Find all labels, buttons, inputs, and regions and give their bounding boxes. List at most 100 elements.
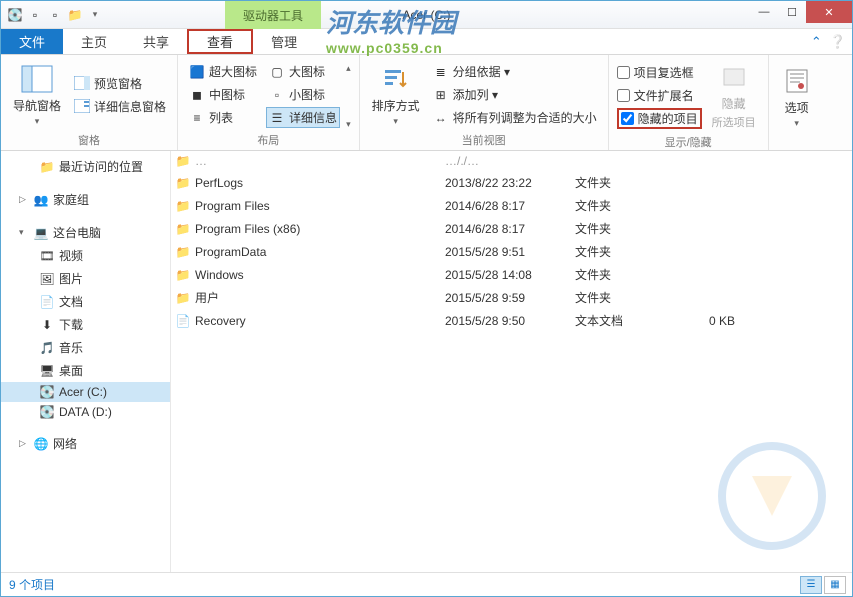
maximize-button[interactable]: ☐ xyxy=(778,1,806,23)
chk-item-checkboxes[interactable]: 项目复选框 xyxy=(617,62,702,83)
tree-item[interactable]: ▷👥家庭组 xyxy=(1,188,170,211)
tree-item-icon: 🖼 xyxy=(39,272,55,286)
tree-item-label: 最近访问的位置 xyxy=(59,158,143,175)
folder-icon: 📁 xyxy=(171,291,195,305)
thumbnails-view-toggle[interactable]: ▦ xyxy=(824,576,846,594)
autosize-icon: ↔ xyxy=(433,110,449,126)
ribbon-tabs: 文件 主页 共享 查看 管理 ⌃ ❔ xyxy=(1,29,852,55)
tab-home[interactable]: 主页 xyxy=(63,29,125,54)
details-pane-icon xyxy=(74,98,90,114)
tree-item[interactable]: ▷🌐网络 xyxy=(1,432,170,455)
tab-file[interactable]: 文件 xyxy=(1,29,63,54)
file-name: Program Files xyxy=(195,199,445,213)
chk-hidden-items[interactable]: 隐藏的项目 xyxy=(617,108,702,129)
tree-item[interactable]: 🎞视频 xyxy=(1,244,170,267)
tree-item[interactable]: 📁 最近访问的位置 xyxy=(1,155,170,178)
tree-item-label: Acer (C:) xyxy=(59,385,107,399)
ribbon-group-currentview: 排序方式 ▾ ≣分组依据 ▾ ⊞添加列 ▾ ↔将所有列调整为合适的大小 当前视图 xyxy=(360,55,609,150)
tree-item[interactable]: ⬇下载 xyxy=(1,313,170,336)
file-date: 2015/5/28 14:08 xyxy=(445,268,575,282)
tree-item-icon: 💽 xyxy=(39,405,55,419)
file-row[interactable]: 📁PerfLogs2013/8/22 23:22文件夹 xyxy=(171,171,852,194)
file-date: 2015/5/28 9:51 xyxy=(445,245,575,259)
file-row-partial[interactable]: 📁 … …/./… xyxy=(171,151,852,171)
tab-manage[interactable]: 管理 xyxy=(253,29,315,54)
file-row[interactable]: 📁用户2015/5/28 9:59文件夹 xyxy=(171,286,852,309)
minimize-ribbon-icon[interactable]: ⌃ xyxy=(811,34,822,50)
hide-selected-button: 隐藏 所选项目 xyxy=(708,59,760,132)
l-icons-icon: ▢ xyxy=(269,64,285,80)
file-row[interactable]: 📁ProgramData2015/5/28 9:51文件夹 xyxy=(171,240,852,263)
m-icons-icon: ◼ xyxy=(189,87,205,103)
qat-save-icon[interactable]: ▫ xyxy=(27,7,43,23)
ribbon-group-layout: 🟦超大图标 ◼中图标 ≡列表 ▢大图标 ▫小图标 ☰详细信息 ▴ ▾ 布局 xyxy=(178,55,360,150)
file-type: 文件夹 xyxy=(575,243,665,260)
sort-button[interactable]: 排序方式 ▾ xyxy=(368,59,424,130)
tree-item-icon: ⬇ xyxy=(39,318,55,332)
tree-item-label: 桌面 xyxy=(59,362,83,379)
folder-icon: 📁 xyxy=(171,199,195,213)
tree-item-icon: 🎞 xyxy=(39,249,55,263)
qat-dropdown-icon[interactable]: ▾ xyxy=(87,7,103,23)
tree-item-icon: 👥 xyxy=(33,193,49,207)
minimize-button[interactable]: — xyxy=(750,1,778,23)
tab-share[interactable]: 共享 xyxy=(125,29,187,54)
file-date: 2015/5/28 9:59 xyxy=(445,291,575,305)
qat-props-icon[interactable]: ▫ xyxy=(47,7,63,23)
navigation-tree[interactable]: 📁最近访问的位置▷👥家庭组▾💻这台电脑🎞视频🖼图片📄文档⬇下载🎵音乐🖥桌面💽Ac… xyxy=(1,151,171,572)
file-row[interactable]: 📄Recovery2015/5/28 9:50文本文档0 KB xyxy=(171,309,852,332)
options-button[interactable]: 选项 ▾ xyxy=(777,59,817,134)
tree-item[interactable]: 🎵音乐 xyxy=(1,336,170,359)
layout-s-icons[interactable]: ▫小图标 xyxy=(266,84,340,105)
file-row[interactable]: 📁Windows2015/5/28 14:08文件夹 xyxy=(171,263,852,286)
file-type: 文件夹 xyxy=(575,289,665,306)
window-title: Acer (C:) xyxy=(403,8,451,22)
layout-xl-icons[interactable]: 🟦超大图标 xyxy=(186,61,260,82)
help-icon[interactable]: ❔ xyxy=(830,34,846,50)
file-icon: 📄 xyxy=(171,314,195,328)
file-type: 文本文档 xyxy=(575,312,665,329)
layout-scroll-up-icon[interactable]: ▴ xyxy=(346,63,351,74)
ribbon-group-layout-label: 布局 xyxy=(186,130,351,148)
file-list[interactable]: 📁 … …/./… 📁PerfLogs2013/8/22 23:22文件夹📁Pr… xyxy=(171,151,852,572)
item-count: 9 个项目 xyxy=(9,576,55,593)
title-bar: 💽 ▫ ▫ 📁 ▾ 驱动器工具 Acer (C:) — ☐ ✕ xyxy=(1,1,852,29)
details-pane-button[interactable]: 详细信息窗格 xyxy=(71,96,169,117)
tree-item[interactable]: 💽DATA (D:) xyxy=(1,402,170,422)
ribbon-group-options: 选项 ▾ xyxy=(769,55,825,150)
file-type: 文件夹 xyxy=(575,220,665,237)
file-row[interactable]: 📁Program Files (x86)2014/6/28 8:17文件夹 xyxy=(171,217,852,240)
folder-icon: 📁 xyxy=(171,245,195,259)
chk-file-extensions[interactable]: 文件扩展名 xyxy=(617,85,702,106)
layout-list[interactable]: ≡列表 xyxy=(186,107,260,128)
sort-icon xyxy=(380,63,412,95)
close-button[interactable]: ✕ xyxy=(806,1,852,23)
autosize-button[interactable]: ↔将所有列调整为合适的大小 xyxy=(430,107,600,128)
layout-details[interactable]: ☰详细信息 xyxy=(266,107,340,128)
addcolumn-button[interactable]: ⊞添加列 ▾ xyxy=(430,84,600,105)
layout-m-icons[interactable]: ◼中图标 xyxy=(186,84,260,105)
ribbon-group-panes-label: 窗格 xyxy=(9,130,169,148)
layout-l-icons[interactable]: ▢大图标 xyxy=(266,61,340,82)
details-view-toggle[interactable]: ☰ xyxy=(800,576,822,594)
preview-pane-button[interactable]: 预览窗格 xyxy=(71,73,169,94)
groupby-button[interactable]: ≣分组依据 ▾ xyxy=(430,61,600,82)
tree-item[interactable]: 📄文档 xyxy=(1,290,170,313)
ribbon-group-showhide: 项目复选框 文件扩展名 隐藏的项目 隐藏 所选项目 显示/隐藏 xyxy=(609,55,769,150)
ribbon-group-currentview-label: 当前视图 xyxy=(368,130,600,148)
tree-item-icon: 📁 xyxy=(39,160,55,174)
drive-icon: 💽 xyxy=(7,7,23,23)
tab-view[interactable]: 查看 xyxy=(187,29,253,54)
file-name: Recovery xyxy=(195,314,445,328)
tree-item[interactable]: ▾💻这台电脑 xyxy=(1,221,170,244)
tree-item[interactable]: 💽 Acer (C:) xyxy=(1,382,170,402)
tree-item[interactable]: 🖥桌面 xyxy=(1,359,170,382)
file-row[interactable]: 📁Program Files2014/6/28 8:17文件夹 xyxy=(171,194,852,217)
layout-scroll-down-icon[interactable]: ▾ xyxy=(346,119,351,130)
navigation-pane-button[interactable]: 导航窗格 ▾ xyxy=(9,59,65,130)
tree-item-label: 家庭组 xyxy=(53,191,89,208)
tree-item-icon: 🌐 xyxy=(33,437,49,451)
tree-item-label: 音乐 xyxy=(59,339,83,356)
tree-item-icon: 💽 xyxy=(39,385,55,399)
tree-item[interactable]: 🖼图片 xyxy=(1,267,170,290)
